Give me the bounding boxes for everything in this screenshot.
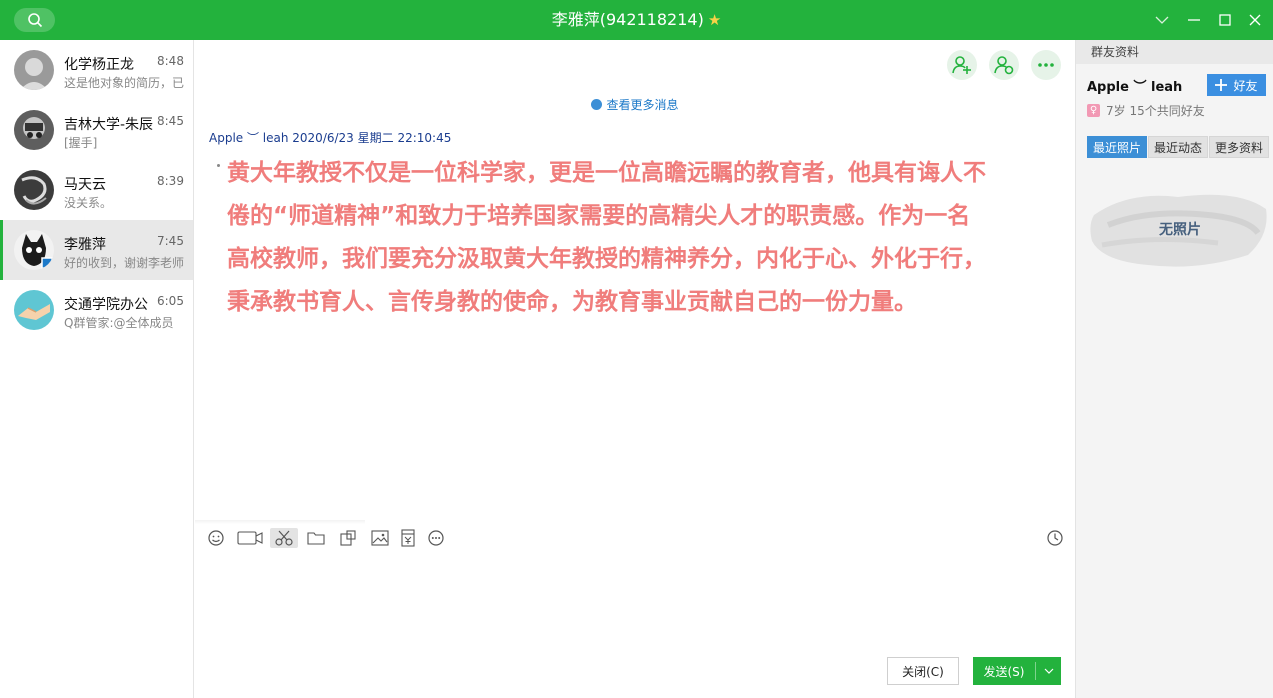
window-title: 李雅萍(942118214) ★ xyxy=(0,0,1273,40)
clock-icon xyxy=(591,99,603,110)
view-more-messages-link[interactable]: 查看更多消息 xyxy=(195,96,1075,113)
conversation-preview: 好的收到，谢谢李老师 xyxy=(64,256,184,270)
screen-share-button[interactable] xyxy=(336,528,360,548)
member-profile-panel: 群友资料 Apple ︶ leah 好友 ♀ 7岁 15个共同好友 最近照片 最… xyxy=(1075,40,1273,698)
profile-tabs: 最近照片 最近动态 更多资料 xyxy=(1087,136,1270,158)
conversation-item-active[interactable]: 李雅萍 7:45 好的收到，谢谢李老师 xyxy=(0,220,193,280)
conversation-preview: 这是他对象的简历，已 xyxy=(64,76,184,90)
message-line: 高校教师，我们要充分汲取黄大年教授的精神养分，内化于心、外化于行， xyxy=(227,246,986,272)
plus-icon xyxy=(1215,79,1228,91)
message-history-button[interactable] xyxy=(1043,528,1067,548)
conversation-time: 7:45 xyxy=(157,234,184,248)
conversation-name: 化学杨正龙 xyxy=(64,57,134,73)
conversation-preview: Q群管家:@全体成员 xyxy=(64,316,174,330)
send-button[interactable]: 发送(S) xyxy=(973,657,1061,685)
conversation-item[interactable]: 吉林大学-朱辰 8:45 [握手] xyxy=(0,100,193,160)
smiley-icon xyxy=(208,530,224,546)
minimize-button[interactable] xyxy=(1182,8,1206,32)
avatar xyxy=(14,290,54,330)
red-packet-icon xyxy=(401,529,415,547)
no-photo-label: 无照片 xyxy=(1159,222,1201,238)
conversation-time: 8:45 xyxy=(157,114,184,128)
profile-info-text: 7岁 15个共同好友 xyxy=(1106,104,1205,118)
add-contact-button[interactable] xyxy=(947,50,977,80)
add-friend-label: 好友 xyxy=(1233,78,1258,93)
send-options-button[interactable] xyxy=(1036,667,1061,675)
window-title-text: 李雅萍(942118214) xyxy=(551,10,704,29)
gif-button[interactable] xyxy=(237,528,263,548)
conversation-list: 化学杨正龙 8:48 这是他对象的简历，已 吉林大学-朱辰 8:45 [握手] … xyxy=(0,40,194,698)
message-line: 倦的“师道精神”和致力于培养国家需要的高精尖人才的职责感。作为一名 xyxy=(227,203,971,229)
more-tools-button[interactable] xyxy=(424,528,448,548)
conversation-item[interactable]: 交通学院办公 6:05 Q群管家:@全体成员 xyxy=(0,280,193,340)
no-photo-placeholder: 无照片 xyxy=(1088,185,1272,273)
user-share-icon xyxy=(994,56,1014,75)
more-icon xyxy=(1038,63,1054,67)
profile-header: 群友资料 xyxy=(1076,40,1273,64)
conversation-item[interactable]: 马天云 8:39 没关系。 xyxy=(0,160,193,220)
conversation-preview: 没关系。 xyxy=(64,196,113,210)
female-icon: ♀ xyxy=(1087,104,1100,117)
image-icon xyxy=(371,530,389,546)
title-bar: 李雅萍(942118214) ★ xyxy=(0,0,1273,40)
avatar xyxy=(14,50,54,90)
scissors-icon xyxy=(275,530,293,546)
screen-share-icon xyxy=(340,530,356,546)
close-button-label: 关闭(C) xyxy=(902,664,944,679)
chevron-down-icon xyxy=(1155,16,1169,24)
share-contact-button[interactable] xyxy=(989,50,1019,80)
chat-panel: 查看更多消息 Apple ︶ leah 2020/6/23 星期二 22:10:… xyxy=(195,40,1075,698)
message-line: 黄大年教授不仅是一位科学家，更是一位高瞻远瞩的教育者，他具有诲人不 xyxy=(227,160,986,186)
minimize-icon xyxy=(1188,19,1200,21)
conversation-name: 马天云 xyxy=(64,177,106,193)
red-packet-button[interactable] xyxy=(396,528,420,548)
folder-icon xyxy=(307,532,325,545)
emoji-button[interactable] xyxy=(204,528,228,548)
close-icon xyxy=(1249,14,1261,26)
file-button[interactable] xyxy=(304,528,328,548)
image-button[interactable] xyxy=(368,528,392,548)
message-body: 黄大年教授不仅是一位科学家，更是一位高瞻远瞩的教育者，他具有诲人不 倦的“师道精… xyxy=(227,152,1057,324)
conversation-preview: [握手] xyxy=(64,136,98,150)
tab-recent-photos[interactable]: 最近照片 xyxy=(1087,136,1147,158)
message-line: 秉承教书育人、言传身教的使命，为教育事业贡献自己的一份力量。 xyxy=(227,289,917,315)
history-clock-icon xyxy=(1047,530,1063,546)
profile-name: Apple ︶ leah xyxy=(1087,80,1183,95)
more-options-button[interactable] xyxy=(1031,50,1061,80)
message-sender-info: Apple ︶ leah 2020/6/23 星期二 22:10:45 xyxy=(209,131,452,145)
conversation-time: 6:05 xyxy=(157,294,184,308)
message-bullet xyxy=(217,164,220,167)
tab-more-info[interactable]: 更多资料 xyxy=(1209,136,1269,158)
maximize-icon xyxy=(1219,14,1231,26)
avatar xyxy=(14,230,54,270)
toolbar-shadow xyxy=(195,520,365,524)
avatar xyxy=(14,170,54,210)
tab-recent-activity[interactable]: 最近动态 xyxy=(1148,136,1208,158)
conversation-name: 李雅萍 xyxy=(64,237,106,253)
add-friend-button[interactable]: 好友 xyxy=(1207,74,1266,96)
more-circle-icon xyxy=(428,530,444,546)
avatar xyxy=(14,110,54,150)
chevron-down-icon xyxy=(1044,668,1053,674)
input-toolbar xyxy=(195,520,1075,554)
conversation-time: 8:39 xyxy=(157,174,184,188)
star-icon: ★ xyxy=(707,11,722,29)
maximize-button[interactable] xyxy=(1213,8,1237,32)
conversation-name: 交通学院办公 xyxy=(64,297,148,313)
conversation-item[interactable]: 化学杨正龙 8:48 这是他对象的简历，已 xyxy=(0,40,193,100)
conversation-time: 8:48 xyxy=(157,54,184,68)
add-user-icon xyxy=(952,56,971,74)
close-window-button[interactable] xyxy=(1243,8,1267,32)
profile-info: ♀ 7岁 15个共同好友 xyxy=(1087,102,1205,119)
screenshot-button[interactable] xyxy=(270,528,298,548)
gif-icon xyxy=(237,531,263,545)
dropdown-button[interactable] xyxy=(1150,8,1174,32)
conversation-name: 吉林大学-朱辰 xyxy=(64,117,154,133)
close-button[interactable]: 关闭(C) xyxy=(887,657,959,685)
view-more-messages-label: 查看更多消息 xyxy=(606,98,679,112)
send-button-label: 发送(S) xyxy=(983,664,1025,679)
